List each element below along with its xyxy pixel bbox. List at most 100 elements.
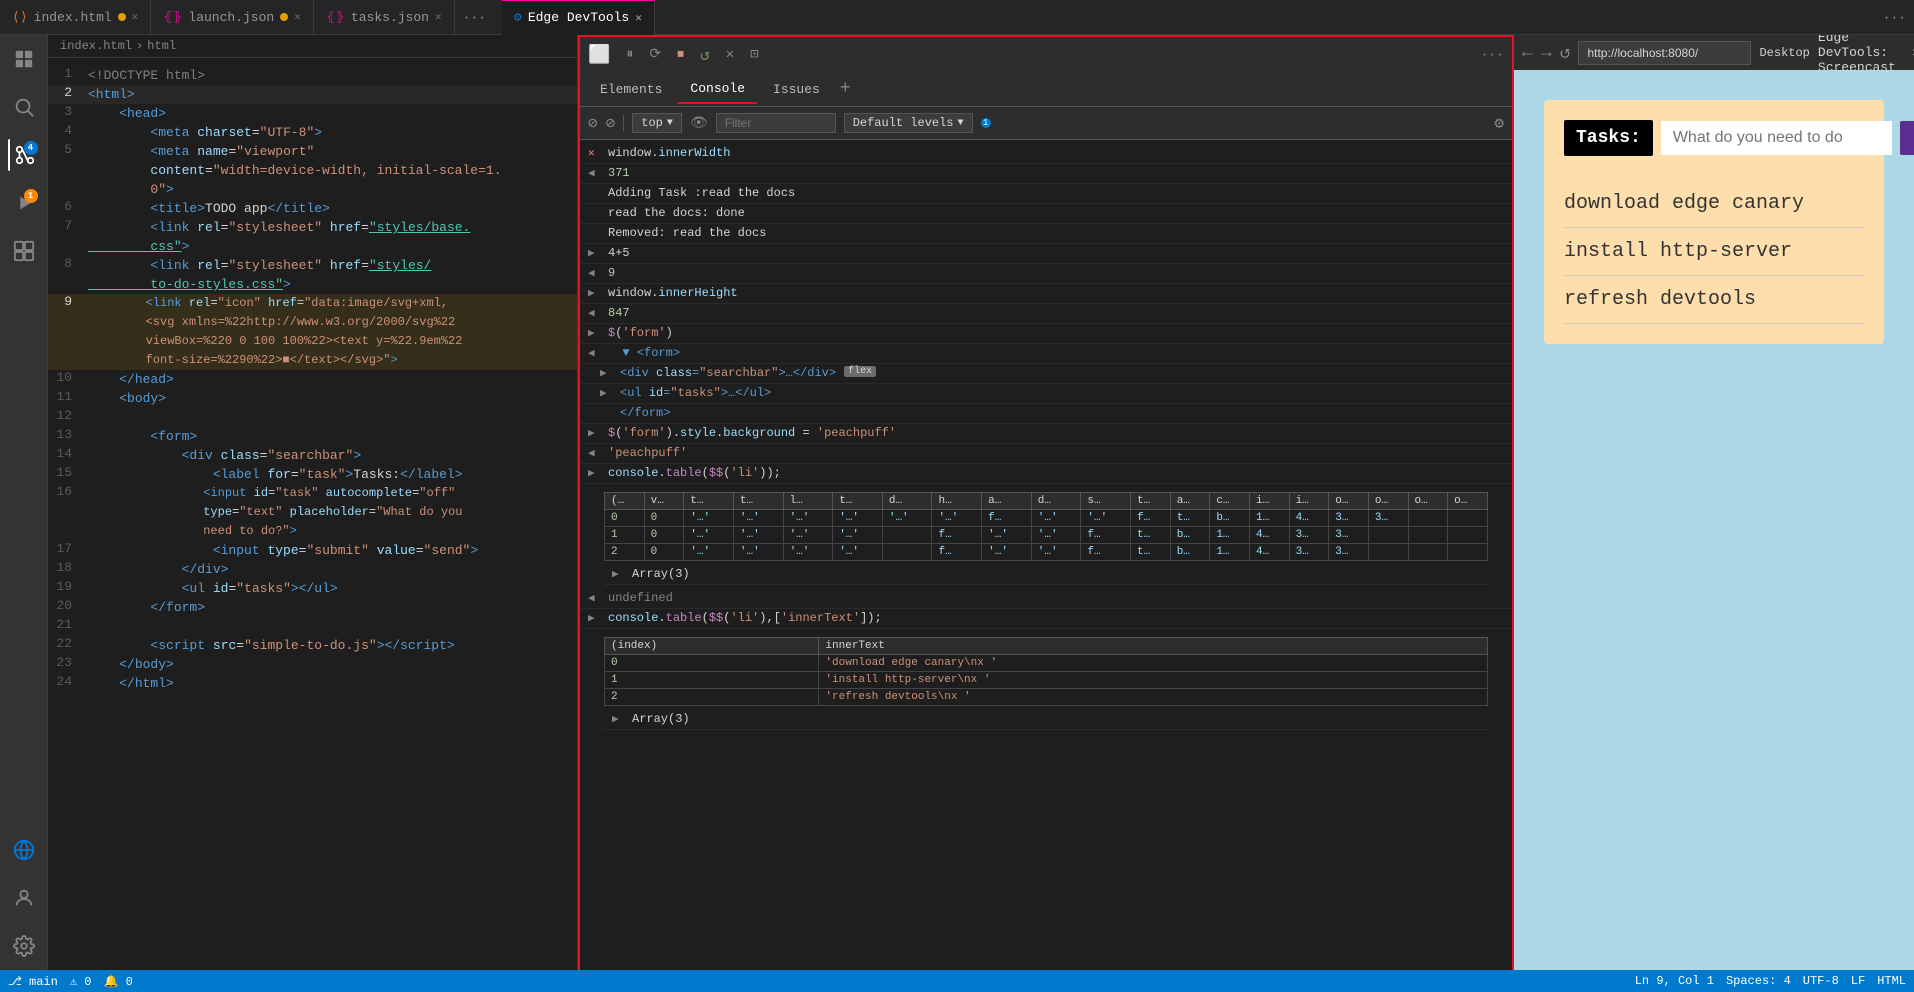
- expand-icon: ▶: [600, 386, 616, 400]
- table-header-i2: i…: [1289, 493, 1329, 510]
- tab-index-html[interactable]: ⟨⟩ index.html ✕: [0, 0, 151, 35]
- top-context-selector[interactable]: top ▼: [632, 113, 682, 133]
- html-file-icon: ⟨⟩: [12, 10, 28, 25]
- console-ban-button[interactable]: ⊘: [606, 113, 616, 133]
- table-row: 1 0 '…' '…' '…' '…' f… '…' '…' f… t…: [605, 527, 1488, 544]
- console-content[interactable]: ✕ window.innerWidth ◀ 371 Adding Task :r…: [580, 140, 1512, 970]
- tab-label: index.html: [34, 10, 112, 25]
- table2-header-innertext: innerText: [819, 638, 1488, 655]
- activity-run[interactable]: 1: [8, 187, 40, 219]
- activity-settings[interactable]: [8, 930, 40, 962]
- activity-accounts[interactable]: [8, 882, 40, 914]
- device-label: Desktop: [1759, 46, 1809, 60]
- tab-issues[interactable]: Issues: [761, 76, 832, 103]
- modified-dot: [118, 13, 126, 21]
- tab-elements[interactable]: Elements: [588, 76, 674, 103]
- status-warnings: 🔔 0: [103, 974, 132, 989]
- table-header-h: h…: [932, 493, 982, 510]
- console-log-adding: Adding Task :read the docs: [580, 184, 1512, 204]
- todo-input[interactable]: [1661, 121, 1892, 155]
- top-label: top: [641, 116, 663, 130]
- activity-extensions[interactable]: [8, 235, 40, 267]
- forward-button[interactable]: →: [1541, 43, 1552, 63]
- add-tab-button[interactable]: +: [840, 79, 851, 99]
- collapse-icon: ◀: [588, 346, 604, 360]
- devtools-refresh-button[interactable]: ↺: [700, 45, 710, 65]
- editor-line-6: 6 <title>TODO app</title>: [48, 199, 577, 218]
- table-header-s: s…: [1081, 493, 1131, 510]
- toolbar-divider: [623, 115, 624, 131]
- status-bar-right: Ln 9, Col 1 Spaces: 4 UTF-8 LF HTML: [1635, 974, 1906, 988]
- devtools-panel-toggle[interactable]: ⬜: [588, 44, 610, 66]
- console-result-371: ◀ 371: [580, 164, 1512, 184]
- eye-icon[interactable]: 👁: [690, 115, 708, 132]
- tab-console[interactable]: Console: [678, 75, 757, 104]
- editor-more-button[interactable]: ···: [1875, 10, 1914, 25]
- levels-dropdown[interactable]: Default levels ▼: [844, 113, 973, 133]
- console-clear-button[interactable]: ⊘: [588, 113, 598, 133]
- todo-send-button[interactable]: send: [1900, 121, 1914, 155]
- console-entry-style: ▶ $('form').style.background = 'peachpuf…: [580, 424, 1512, 444]
- main-area: 4 1 index.html › html: [0, 35, 1914, 970]
- table-header-a: a…: [982, 493, 1032, 510]
- devtools-inspect-button[interactable]: ✕: [726, 46, 734, 63]
- chevron-down-icon: ▼: [667, 118, 673, 129]
- editor-line-16: 16 <input id="task" autocomplete="off" t…: [48, 484, 577, 541]
- table-1-element: (… v… t… t… l… t… d… h… a… d… s… t…: [604, 492, 1488, 561]
- devtools-more-button[interactable]: ···: [1481, 47, 1504, 62]
- url-bar[interactable]: [1578, 41, 1751, 65]
- table-header-c: c…: [1210, 493, 1250, 510]
- tab-edge-devtools[interactable]: ⚙ Edge DevTools ✕: [502, 0, 655, 35]
- table-header-t2: t…: [733, 493, 783, 510]
- modified-dot: [280, 13, 288, 21]
- reload-button[interactable]: ↺: [1560, 42, 1571, 64]
- screencast-titlebar: ← → ↺ Desktop Edge DevTools: Screencast …: [1514, 35, 1914, 70]
- devtools-stop-button[interactable]: ⏹: [677, 47, 684, 63]
- console-entry-table2: ▶ console.table($$('li'),['innerText']);: [580, 609, 1512, 629]
- tab-close-icon[interactable]: ✕: [132, 10, 139, 24]
- tab-launch-json[interactable]: ⦃⦄ launch.json ✕: [151, 0, 314, 35]
- devtools-panel: ⬜ ⏸ ⟳ ⏹ ↺ ✕ ⊡ ··· Elements Console Issue…: [578, 35, 1514, 970]
- activity-source-control[interactable]: 4: [8, 139, 40, 171]
- table-row: 0 'download edge canary\nx ': [605, 655, 1488, 672]
- settings-icon[interactable]: ⚙: [1494, 113, 1504, 133]
- activity-bar: 4 1: [0, 35, 48, 970]
- expand-icon: ▶: [588, 286, 604, 300]
- table-2-footer: ▶ Array(3): [604, 710, 1488, 730]
- table-2-element: (index) innerText 0 'download edge canar…: [604, 637, 1488, 706]
- devtools-pause-button[interactable]: ⏸: [626, 47, 633, 63]
- tab-tasks-json[interactable]: ⦃⦄ tasks.json ✕: [314, 0, 455, 35]
- table-header-o2: o…: [1368, 493, 1408, 510]
- editor-line-19: 19 <ul id="tasks"></ul>: [48, 579, 577, 598]
- more-tabs-button[interactable]: ···: [455, 10, 494, 25]
- console-entry-table1: ▶ console.table($$('li'));: [580, 464, 1512, 484]
- tab-close-icon[interactable]: ✕: [435, 10, 442, 24]
- activity-search[interactable]: [8, 91, 40, 123]
- status-encoding: UTF-8: [1803, 974, 1839, 988]
- error-count-badge: 1: [981, 118, 991, 128]
- editor-line-11: 11 <body>: [48, 389, 577, 408]
- console-filter-input[interactable]: [716, 113, 836, 133]
- devtools-screencast-button[interactable]: ⊡: [750, 46, 758, 63]
- expand-icon: ▶: [612, 712, 628, 726]
- devtools-tabs: Elements Console Issues +: [580, 72, 1512, 107]
- devtools-step-button[interactable]: ⟳: [649, 46, 661, 63]
- editor-line-20: 20 </form>: [48, 598, 577, 617]
- editor-content[interactable]: 1 <!DOCTYPE html> 2 <html> 3 <head> 4 <m…: [48, 58, 577, 970]
- status-eol: LF: [1851, 974, 1865, 988]
- tab-close-icon[interactable]: ✕: [294, 10, 301, 24]
- activity-remote[interactable]: [8, 834, 40, 866]
- expand-icon: ▶: [588, 611, 604, 625]
- json-file-icon: ⦃⦄: [163, 10, 182, 25]
- tab-close-icon[interactable]: ✕: [635, 11, 642, 25]
- screencast-title: Edge DevTools: Screencast: [1818, 35, 1896, 75]
- table-row: 2 0 '…' '…' '…' '…' f… '…' '…' f… t…: [605, 544, 1488, 561]
- tab-label: launch.json: [188, 10, 274, 25]
- breadcrumb: index.html › html: [48, 35, 577, 58]
- console-entry-form: ▶ $('form'): [580, 324, 1512, 344]
- back-button[interactable]: ←: [1522, 43, 1533, 63]
- console-result-9: ◀ 9: [580, 264, 1512, 284]
- editor-line-14: 14 <div class="searchbar">: [48, 446, 577, 465]
- activity-explorer[interactable]: [8, 43, 40, 75]
- activity-bottom: [8, 834, 40, 970]
